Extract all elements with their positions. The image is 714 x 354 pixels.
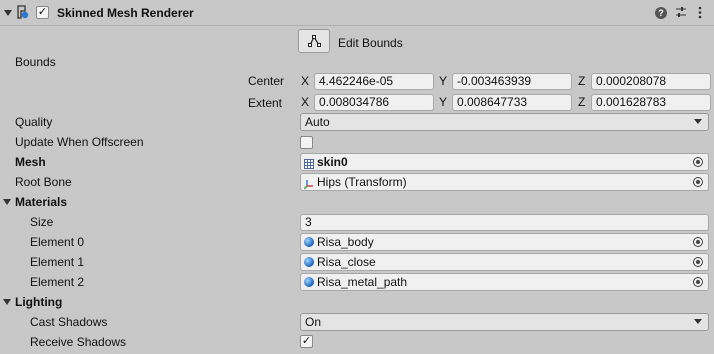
extent-z-axis-label[interactable]: Z: [578, 93, 585, 111]
mesh-value: skin0: [317, 155, 348, 169]
edit-bounds-button[interactable]: [298, 29, 330, 53]
lighting-foldout-arrow-icon[interactable]: [3, 299, 11, 305]
material-sphere-icon: [304, 257, 314, 267]
object-picker-icon[interactable]: [693, 177, 703, 187]
root-bone-value: Hips (Transform): [317, 175, 407, 189]
kebab-menu-icon[interactable]: [697, 6, 703, 19]
object-picker-icon[interactable]: [693, 277, 703, 287]
bounds-label: Bounds: [15, 55, 56, 69]
object-picker-icon[interactable]: [693, 237, 703, 247]
help-icon[interactable]: ?: [655, 7, 667, 19]
center-x-field[interactable]: 4.462246e-05: [314, 73, 434, 90]
extent-z-field[interactable]: 0.001628783: [591, 94, 711, 111]
cast-shadows-label: Cast Shadows: [30, 315, 108, 329]
header-foldout-arrow-icon[interactable]: [4, 10, 12, 16]
edit-bounds-icon: [307, 34, 322, 50]
extent-y-field[interactable]: 0.008647733: [452, 94, 572, 111]
center-y-field[interactable]: -0.003463939: [452, 73, 572, 90]
quality-value: Auto: [305, 115, 330, 129]
material-element-field[interactable]: Risa_metal_path: [300, 273, 709, 291]
component-enabled-checkbox[interactable]: ✓: [36, 6, 49, 19]
renderer-icon: [16, 5, 30, 20]
material-element-field[interactable]: Risa_body: [300, 233, 709, 251]
lighting-label[interactable]: Lighting: [15, 292, 62, 312]
edit-bounds-label: Edit Bounds: [338, 36, 403, 50]
update-offscreen-label: Update When Offscreen: [15, 135, 144, 149]
cast-shadows-dropdown[interactable]: On: [300, 313, 709, 331]
receive-shadows-checkbox[interactable]: ✓: [300, 335, 313, 348]
extent-x-axis-label[interactable]: X: [301, 93, 309, 111]
material-element-label: Element 0: [30, 235, 85, 249]
update-offscreen-checkbox[interactable]: [300, 136, 313, 149]
receive-shadows-label: Receive Shadows: [30, 335, 127, 349]
quality-dropdown[interactable]: Auto: [300, 113, 709, 131]
materials-size-label: Size: [30, 215, 54, 229]
center-z-axis-label[interactable]: Z: [578, 72, 585, 90]
center-label: Center: [248, 74, 285, 88]
material-element-value: Risa_close: [317, 255, 376, 269]
extent-label: Extent: [248, 96, 283, 110]
material-element-value: Risa_metal_path: [317, 275, 408, 289]
component-header[interactable]: ✓ Skinned Mesh Renderer ?: [0, 0, 714, 26]
component-title: Skinned Mesh Renderer: [57, 6, 194, 20]
mesh-grid-icon: [304, 157, 314, 169]
cast-shadows-value: On: [305, 315, 322, 329]
mesh-label: Mesh: [15, 155, 46, 169]
center-z-field[interactable]: 0.000208078: [591, 73, 711, 90]
chevron-down-icon: [694, 119, 702, 124]
root-bone-field[interactable]: Hips (Transform): [300, 173, 709, 191]
materials-foldout-arrow-icon[interactable]: [3, 199, 11, 205]
quality-label: Quality: [15, 115, 53, 129]
material-element-value: Risa_body: [317, 235, 374, 249]
material-element-field[interactable]: Risa_close: [300, 253, 709, 271]
preset-icon[interactable]: [675, 6, 687, 19]
materials-label[interactable]: Materials: [15, 192, 67, 212]
object-picker-icon[interactable]: [693, 257, 703, 267]
object-picker-icon[interactable]: [693, 157, 703, 167]
mesh-field[interactable]: skin0: [300, 153, 709, 171]
extent-y-axis-label[interactable]: Y: [439, 93, 447, 111]
extent-x-field[interactable]: 0.008034786: [314, 94, 434, 111]
material-element-label: Element 1: [30, 255, 85, 269]
material-element-label: Element 2: [30, 275, 85, 289]
center-x-axis-label[interactable]: X: [301, 72, 309, 90]
transform-icon: [303, 177, 314, 190]
chevron-down-icon: [694, 319, 702, 324]
materials-size-field[interactable]: 3: [300, 214, 709, 231]
root-bone-label: Root Bone: [15, 175, 72, 189]
material-sphere-icon: [304, 277, 314, 287]
center-y-axis-label[interactable]: Y: [439, 72, 447, 90]
material-sphere-icon: [304, 237, 314, 247]
